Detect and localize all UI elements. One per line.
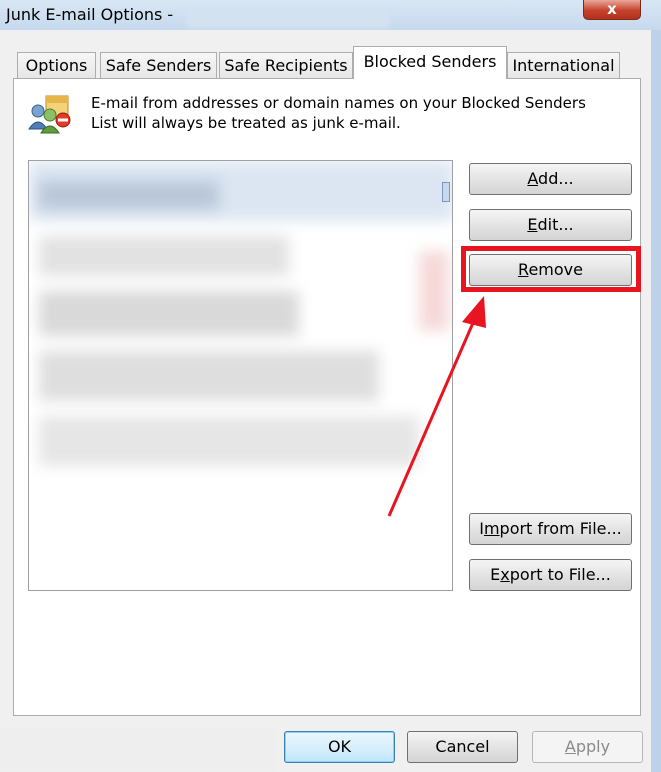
blocked-senders-icon bbox=[26, 93, 74, 135]
tab-label: Safe Recipients bbox=[224, 56, 348, 75]
redacted-status-area bbox=[0, 728, 274, 772]
redacted-list-item bbox=[39, 351, 379, 401]
redacted-list-item bbox=[39, 291, 299, 336]
tab-label: Options bbox=[25, 56, 88, 75]
redacted-list-item bbox=[39, 181, 219, 209]
close-button[interactable]: x bbox=[583, 0, 641, 20]
window-frame bbox=[651, 30, 661, 772]
annotation-arrow-icon bbox=[387, 296, 486, 517]
tab-label: Safe Senders bbox=[105, 56, 212, 75]
tab-international[interactable]: International bbox=[507, 52, 620, 78]
redacted-list-item bbox=[39, 236, 289, 276]
info-line-1: E-mail from addresses or domain names on… bbox=[91, 94, 586, 112]
tab-label: Blocked Senders bbox=[363, 52, 497, 71]
export-to-file-button[interactable]: Export to File... bbox=[469, 559, 632, 591]
apply-button[interactable]: Apply bbox=[532, 731, 643, 763]
cancel-button[interactable]: Cancel bbox=[407, 731, 518, 763]
import-from-file-button[interactable]: Import from File... bbox=[469, 513, 632, 545]
tab-blocked-senders[interactable]: Blocked Senders bbox=[353, 46, 507, 79]
list-scrollbar[interactable] bbox=[442, 182, 450, 202]
tab-safe-recipients[interactable]: Safe Recipients bbox=[219, 52, 353, 78]
tab-options[interactable]: Options bbox=[17, 52, 96, 78]
info-description: E-mail from addresses or domain names on… bbox=[91, 93, 631, 133]
edit-button[interactable]: Edit... bbox=[469, 209, 632, 241]
info-line-2: List will always be treated as junk e-ma… bbox=[91, 114, 401, 132]
redacted-title-area bbox=[186, 6, 390, 28]
tab-safe-senders[interactable]: Safe Senders bbox=[100, 52, 217, 78]
window-title: Junk E-mail Options - bbox=[6, 5, 174, 24]
ok-button[interactable]: OK bbox=[284, 731, 395, 763]
title-bar: Junk E-mail Options - x bbox=[0, 0, 661, 34]
tab-label: International bbox=[512, 56, 615, 75]
redacted-list-item bbox=[39, 416, 419, 466]
add-button[interactable]: Add... bbox=[469, 163, 632, 195]
